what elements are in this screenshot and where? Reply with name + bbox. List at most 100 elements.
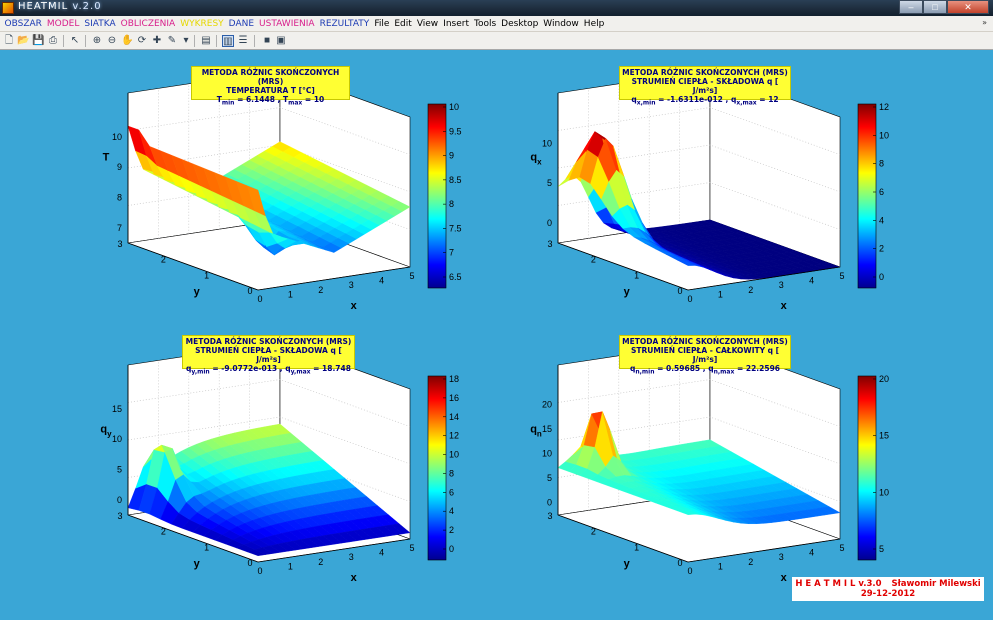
credit-box: H E A T M I L v.3.0 Sławomir Milewski 29-… [792, 577, 984, 601]
colorbar-3-tick: 6 [449, 487, 454, 497]
plot1-ytick: 1 [204, 270, 209, 280]
plot2-ztick: 5 [547, 178, 552, 188]
plot1-title: METODA RÓŻNIC SKOŃCZONYCH (MRS) TEMPERAT… [191, 66, 350, 107]
plot2-ytick: 1 [634, 270, 639, 280]
plot4-ytick: 1 [634, 542, 639, 552]
plot1-zlabel: T [103, 152, 110, 164]
plot4-ztick: 15 [542, 424, 552, 434]
colorbar-1-tick: 9.5 [449, 126, 462, 136]
plot2-xtick: 1 [718, 289, 723, 299]
plot2-ylabel: y [624, 286, 631, 298]
plot1-ytick: 3 [117, 239, 122, 249]
plot4-title-line2: STRUMIEŃ CIEPŁA - CAŁKOWITY q [ J/m²s] [630, 346, 780, 364]
plot4-ztick: 5 [547, 473, 552, 483]
plot4-xtick: 2 [748, 557, 753, 567]
colorbar-1-tick: 10 [449, 102, 459, 112]
plot3-title-line2: STRUMIEŃ CIEPŁA - SKŁADOWA q [ J/m²s] [195, 346, 342, 364]
colorbar-3-tick: 12 [449, 431, 459, 441]
plot2-xlabel: x [781, 300, 788, 312]
plot2-ytick: 2 [591, 255, 596, 265]
colorbar-3-tick: 4 [449, 506, 454, 516]
credit-date: 29-12-2012 [860, 589, 916, 599]
colorbar-1 [427, 103, 447, 289]
colorbar-2-tick: 10 [879, 130, 889, 140]
colorbar-4-tick: 5 [879, 544, 884, 554]
colorbar-1-tick: 6.5 [449, 272, 462, 282]
colorbar-4-tick: 15 [879, 431, 889, 441]
colorbar-3-tick: 10 [449, 450, 459, 460]
plot3-ytick: 2 [161, 527, 166, 537]
plot4-xtick: 0 [687, 566, 692, 576]
plot1-xtick: 4 [379, 276, 384, 286]
plot3-ztick: 0 [117, 495, 122, 505]
plot3-ztick: 15 [112, 404, 122, 414]
plot1-ytick: 0 [247, 286, 252, 296]
plot2-xtick: 0 [687, 294, 692, 304]
plot4-zlabel: qn [530, 424, 542, 439]
plot1-xlabel: x [351, 300, 358, 312]
colorbar-2-tick: 0 [879, 272, 884, 282]
colorbar-3-tick: 0 [449, 544, 454, 554]
credit-app: H E A T M I L v.3.0 [795, 579, 882, 589]
plot1-ztick: 8 [117, 192, 122, 202]
plot3-title: METODA RÓŻNIC SKOŃCZONYCH (MRS) STRUMIEŃ… [182, 335, 355, 376]
colorbar-1-tick: 8.5 [449, 175, 462, 185]
plot1-xtick: 5 [409, 271, 414, 281]
plot1-title-line1: METODA RÓŻNIC SKOŃCZONYCH (MRS) [201, 68, 340, 86]
plot3-xtick: 5 [409, 543, 414, 553]
plot4-xtick: 1 [718, 561, 723, 571]
plot4-title-line1: METODA RÓŻNIC SKOŃCZONYCH (MRS) [622, 337, 788, 346]
plot3-xtick: 3 [349, 552, 354, 562]
plot1-minmax: Tmin = 6.1448 , Tmax = 10 [216, 95, 325, 107]
colorbar-2 [857, 103, 877, 289]
plot4-ztick: 10 [542, 449, 552, 459]
plot4-xlabel: x [781, 572, 788, 584]
colorbar-3 [427, 375, 447, 561]
plot2-xtick: 4 [809, 276, 814, 286]
surface-plot-4[interactable]: 0 1 2 3 4 5321005101520xyqn [530, 341, 845, 584]
plot1-xtick: 1 [288, 289, 293, 299]
plot2-ztick: 10 [542, 138, 552, 148]
surface-plot-3[interactable]: 0 1 2 3 4 53210051015xyqy [100, 341, 415, 584]
plot3-ztick: 10 [112, 434, 122, 444]
colorbar-2-tick: 6 [879, 187, 884, 197]
colorbar-1-tick: 7.5 [449, 223, 462, 233]
plot3-minmax: qy,min = -9.0772e-013 , qy,max = 18.748 [186, 364, 351, 376]
plot1-title-line2: TEMPERATURA T [°C] [226, 86, 315, 95]
plot2-ytick: 0 [677, 286, 682, 296]
plot3-xlabel: x [351, 572, 358, 584]
plot1-ztick: 9 [117, 162, 122, 172]
colorbar-2-tick: 4 [879, 215, 884, 225]
plot3-xtick: 2 [318, 557, 323, 567]
plot2-xtick: 3 [779, 280, 784, 290]
plot2-title: METODA RÓŻNIC SKOŃCZONYCH (MRS) STRUMIEŃ… [619, 66, 791, 107]
plot3-ytick: 1 [204, 542, 209, 552]
plot1-ylabel: y [194, 286, 201, 298]
colorbar-1-tick: 8 [449, 199, 454, 209]
colorbar-1-tick: 9 [449, 151, 454, 161]
plot4-ytick: 3 [547, 511, 552, 521]
colorbar-1-tick: 7 [449, 248, 454, 258]
plot4-ytick: 0 [677, 558, 682, 568]
plot3-title-line1: METODA RÓŻNIC SKOŃCZONYCH (MRS) [185, 337, 352, 346]
credit-author: Sławomir Milewski [891, 579, 981, 589]
plot3-ztick: 5 [117, 464, 122, 474]
plot4-ztick: 0 [547, 498, 552, 508]
colorbar-2-tick: 12 [879, 102, 889, 112]
plot3-zlabel: qy [100, 424, 112, 439]
plot4-ztick: 20 [542, 400, 552, 410]
colorbar-3-tick: 14 [449, 412, 459, 422]
plot2-title-line2: STRUMIEŃ CIEPŁA - SKŁADOWA q [ J/m²s] [631, 77, 779, 95]
colorbar-3-tick: 18 [449, 374, 459, 384]
colorbar-2-tick: 2 [879, 244, 884, 254]
plot2-ytick: 3 [547, 239, 552, 249]
colorbar-4-tick: 20 [879, 374, 889, 384]
plot1-xtick: 3 [349, 280, 354, 290]
colorbar-3-tick: 8 [449, 468, 454, 478]
plot1-ztick: 7 [117, 223, 122, 233]
plot4-xtick: 3 [779, 552, 784, 562]
plot1-xtick: 2 [318, 285, 323, 295]
plot3-ytick: 0 [247, 558, 252, 568]
colorbar-4-tick: 10 [879, 487, 889, 497]
plot3-ylabel: y [194, 558, 201, 570]
